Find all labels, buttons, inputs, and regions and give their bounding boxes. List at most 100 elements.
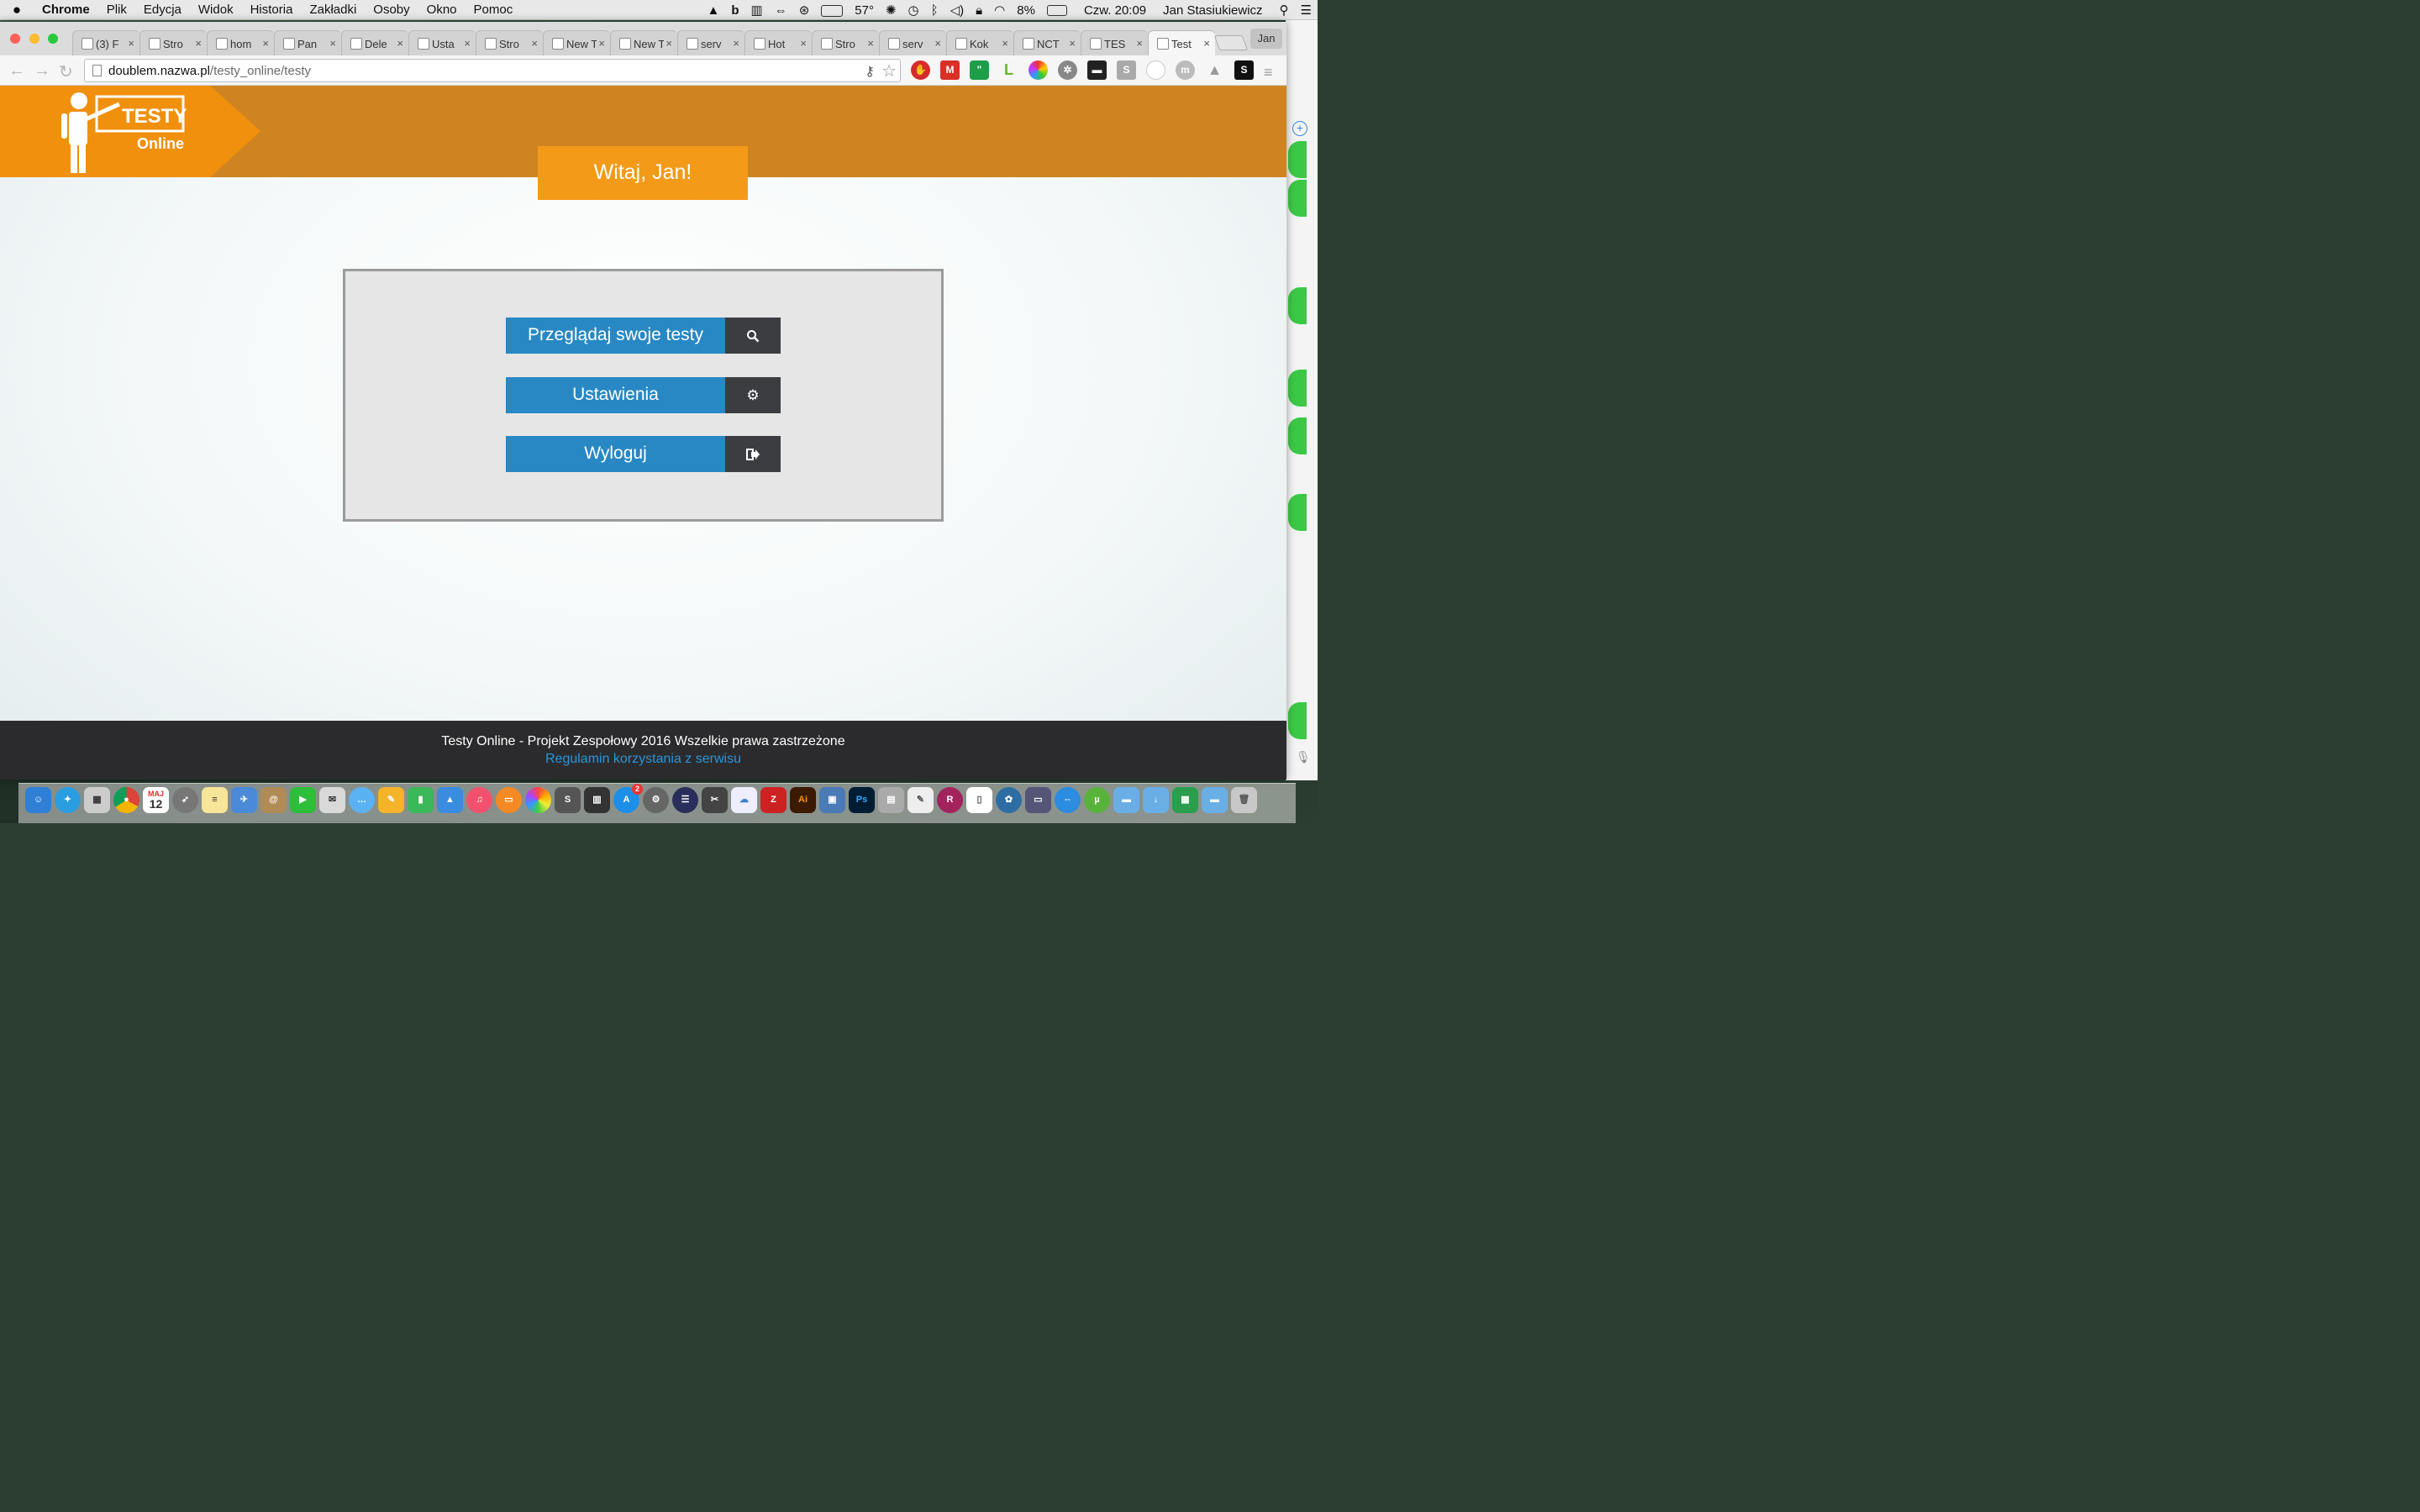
browser-tab[interactable]: New Ta× (543, 30, 610, 55)
black-box-extension-icon[interactable]: ▬ (1087, 60, 1107, 80)
contacts-dock-icon[interactable]: @ (260, 787, 287, 813)
tab-close-icon[interactable]: × (1203, 37, 1210, 50)
browser-tab[interactable]: Usta × (408, 30, 476, 55)
browser-tab[interactable]: Stro × (139, 30, 207, 55)
photoshop-dock-icon[interactable]: Ps (849, 787, 875, 813)
app-store-dock-icon[interactable]: A2 (613, 784, 643, 813)
circle-extension-icon[interactable] (1146, 60, 1165, 80)
teamviewer-dock-icon[interactable]: ⇔ (1055, 787, 1081, 813)
ibooks-dock-icon[interactable]: ▭ (496, 787, 522, 813)
menu-item-pomoc[interactable]: Pomoc (466, 3, 522, 17)
folder-dock-icon[interactable]: ▬ (1113, 787, 1139, 813)
m-extension-icon[interactable]: m (1176, 60, 1195, 80)
s-dark-extension-icon[interactable]: S (1234, 60, 1254, 80)
apple-menu-icon[interactable]: ● (0, 2, 34, 18)
documents-folder-dock-icon[interactable]: ▬ (1202, 787, 1228, 813)
hangouts-extension-icon[interactable]: " (970, 60, 989, 80)
tab-close-icon[interactable]: × (598, 37, 605, 50)
tab-close-icon[interactable]: × (1136, 37, 1143, 50)
document-dock-icon[interactable]: ▯ (966, 787, 992, 813)
bookmark-star-icon[interactable]: ☆ (881, 60, 897, 83)
temperature-label[interactable]: 57° (849, 3, 880, 18)
b-app-icon[interactable]: b (725, 3, 744, 18)
itunes-dock-icon[interactable]: ♫ (466, 787, 492, 813)
key-icon[interactable]: ⚷ (865, 60, 875, 83)
textedit-dock-icon[interactable]: ✎ (908, 787, 934, 813)
gear-icon[interactable]: ⚙ (725, 377, 781, 413)
search-icon[interactable] (725, 318, 781, 354)
spotlight-icon[interactable]: ⚲ (1274, 3, 1295, 18)
back-icon[interactable]: ← (8, 61, 25, 81)
rocket-dock-icon[interactable]: ➶ (172, 787, 198, 813)
notes-dock-icon[interactable]: ≡ (202, 787, 228, 813)
menu-item-plik[interactable]: Plik (98, 3, 135, 17)
keynote-dock-icon[interactable]: ▲ (437, 787, 463, 813)
browser-tab[interactable]: serv × (879, 30, 946, 55)
terms-link[interactable]: Regulamin korzystania z serwisu (0, 752, 1286, 767)
xcode-tools-dock-icon[interactable]: ✂ (702, 787, 728, 813)
menu-item-osoby[interactable]: Osoby (365, 3, 418, 17)
add-conversation-icon[interactable]: + (1292, 121, 1307, 136)
tab-close-icon[interactable]: × (934, 37, 941, 50)
browser-tab[interactable]: Dele × (341, 30, 408, 55)
drive-extension-icon[interactable]: ▲ (1205, 60, 1224, 80)
trash-dock-icon[interactable]: 🗑︎ (1231, 787, 1257, 813)
tab-close-icon[interactable]: × (666, 37, 672, 50)
tab-close-icon[interactable]: × (195, 37, 202, 50)
menu-item-zakladki[interactable]: Zakładki (301, 3, 365, 17)
tab-close-icon[interactable]: × (800, 37, 807, 50)
film-extension-icon[interactable]: ✲ (1058, 60, 1077, 80)
lock-icon[interactable]: 🔒︎ (970, 3, 988, 18)
archive-dock-icon[interactable]: ▤ (878, 787, 904, 813)
volume-icon[interactable]: ◁) (944, 3, 971, 18)
clock-label[interactable]: Czw. 20:09 (1078, 3, 1152, 18)
forward-icon[interactable]: → (34, 61, 50, 81)
teamviewer-icon[interactable]: ⇔ (769, 3, 793, 18)
browser-tab[interactable]: TES × (1081, 30, 1148, 55)
filezilla-dock-icon[interactable]: Z (760, 787, 786, 813)
battery-icon[interactable] (1041, 3, 1073, 18)
battery-label[interactable]: 8% (1011, 3, 1041, 18)
tab-close-icon[interactable]: × (867, 37, 874, 50)
menu-item-historia[interactable]: Historia (242, 3, 302, 17)
tab-close-icon[interactable]: × (128, 37, 134, 50)
tab-close-icon[interactable]: × (1069, 37, 1076, 50)
spreadsheet-dock-icon[interactable]: ▦ (1172, 787, 1198, 813)
browse-tests-button[interactable]: Przeglądaj swoje testy (506, 318, 781, 354)
browser-tab[interactable]: Stro × (476, 30, 543, 55)
safari-dock-icon[interactable]: ✦ (55, 787, 81, 813)
mail-dock-icon[interactable]: ✉ (319, 787, 345, 813)
tab-close-icon[interactable]: × (397, 37, 403, 50)
sourcetree-dock-icon[interactable]: ✿ (996, 787, 1022, 813)
remote-desktop-dock-icon[interactable]: ▣ (819, 787, 845, 813)
tab-close-icon[interactable]: × (262, 37, 269, 50)
minimize-window-button[interactable] (29, 34, 39, 44)
logout-button[interactable]: Wyloguj (506, 436, 781, 472)
time-machine-icon[interactable]: ◷ (902, 3, 925, 18)
downloads-folder-dock-icon[interactable]: ↓ (1143, 787, 1169, 813)
gmail-extension-icon[interactable]: M (940, 60, 960, 80)
rar-dock-icon[interactable]: R (937, 787, 963, 813)
preview-dock-icon[interactable]: ✈ (231, 787, 257, 813)
cpu-graph-icon[interactable] (815, 3, 849, 18)
browser-tab[interactable]: Kok × (946, 30, 1013, 55)
close-window-button[interactable] (10, 34, 20, 44)
chrome-menu-icon[interactable]: ≡ (1264, 64, 1273, 81)
browser-tab[interactable]: NCT × (1013, 30, 1081, 55)
logout-label[interactable]: Wyloguj (506, 436, 725, 472)
drive-icon[interactable]: ▲ (701, 3, 725, 18)
user-name-label[interactable]: Jan Stasiukiewicz (1157, 3, 1268, 18)
tab-close-icon[interactable]: × (464, 37, 471, 50)
calendar-dock-icon[interactable]: MAJ 12 (143, 787, 169, 813)
menu-item-edycja[interactable]: Edycja (135, 3, 190, 17)
eclipse-dock-icon[interactable]: ☰ (672, 787, 698, 813)
tab-close-icon[interactable]: × (1002, 37, 1008, 50)
tab-close-icon[interactable]: × (329, 37, 336, 50)
profile-button[interactable]: Jan (1250, 29, 1282, 49)
notification-center-icon[interactable]: ☰ (1295, 3, 1318, 18)
sign-out-icon[interactable] (725, 436, 781, 472)
utorrent-dock-icon[interactable]: µ (1084, 787, 1110, 813)
browser-tab[interactable]: Stro × (812, 30, 879, 55)
browser-tab[interactable]: hom × (207, 30, 274, 55)
browse-tests-label[interactable]: Przeglądaj swoje testy (506, 318, 725, 354)
